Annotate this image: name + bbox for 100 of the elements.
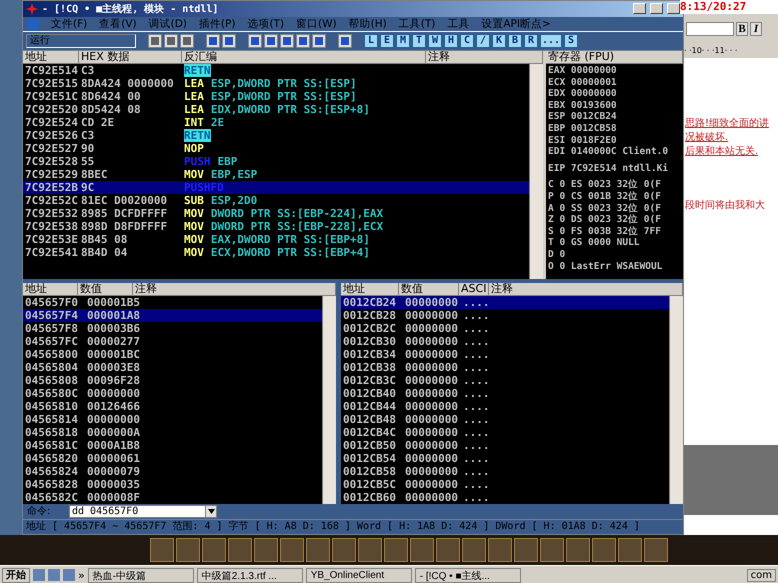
window-button[interactable]: S <box>564 34 578 48</box>
window-button[interactable]: ... <box>540 34 562 48</box>
window-button[interactable]: H <box>444 34 458 48</box>
stack-row[interactable]: 0012CB58 00000000 .... <box>341 464 669 478</box>
format-button[interactable]: B <box>736 22 748 36</box>
stack-row[interactable]: 0012CB50 00000000 .... <box>341 438 669 452</box>
code-row[interactable]: 7C92E52B 9C PUSHFD <box>23 181 529 194</box>
code-row[interactable]: 7C92E538 898D D8FDFFFF MOV DWORD PTR SS:[EBP-228],ECX <box>23 220 529 234</box>
taskbar-button[interactable]: 中级篇2.1.3.rtf ... <box>196 568 303 582</box>
caret-icon <box>208 508 214 514</box>
scrollbar[interactable] <box>322 296 336 504</box>
dump-row[interactable]: 045657F8 000003B6 <box>23 322 322 335</box>
stack-row[interactable]: 0012CB4C 00000000 .... <box>341 426 669 439</box>
dump-row[interactable]: 04565800 000001BC <box>23 348 322 361</box>
window-button[interactable]: K <box>492 34 506 48</box>
dump-row[interactable]: 04565814 00000000 <box>23 412 322 426</box>
stack-row[interactable]: 0012CB3C 00000000 .... <box>341 374 669 387</box>
dump-row[interactable]: 0456582C 0000008F <box>23 490 322 504</box>
close-button[interactable] <box>667 3 680 14</box>
code-row[interactable]: 7C92E515 8DA424 0000000 LEA ESP,DWORD PTR SS:[ESP] <box>23 77 529 90</box>
stack-row[interactable]: 0012CB2C 00000000 .... <box>341 322 669 335</box>
dump-row[interactable]: 04565828 00000035 <box>23 478 322 491</box>
window-button[interactable]: B <box>508 34 522 48</box>
window-button[interactable]: W <box>428 34 442 48</box>
column-header[interactable]: 数值 <box>78 282 133 296</box>
start-button[interactable]: 开始 <box>2 568 30 582</box>
value-cell-text: 00000000 <box>404 490 459 504</box>
maximize-button[interactable] <box>650 3 663 14</box>
stack-row[interactable]: 0012CB54 00000000 .... <box>341 452 669 465</box>
hex-cell-text: 9C <box>80 181 96 194</box>
more-button[interactable]: » <box>78 568 85 582</box>
dump-row[interactable]: 0456580C 00000000 <box>23 386 322 400</box>
stack-row[interactable]: 0012CB30 00000000 .... <box>341 334 669 348</box>
dump-row[interactable]: 0456581C 0000A1B8 <box>23 438 322 452</box>
dump-row[interactable]: 04565804 000003E8 <box>23 360 322 374</box>
stack-row[interactable]: 0012CB34 00000000 .... <box>341 348 669 361</box>
format-button[interactable]: I <box>750 22 762 36</box>
taskbar-button[interactable]: - [!CQ • ■主线... <box>414 568 521 582</box>
status-bar: 地址 [ 45657F4 ~ 45657F7 范围: 4 ] 字节 [ H: A8 D: 168 ] Word [ H: 1A8 D: 424 ] DWord [ H: 01A8 D: 424 ] <box>23 519 683 534</box>
dump-row[interactable]: 04565824 00000079 <box>23 464 322 478</box>
code-row[interactable]: 7C92E520 8D5424 08 LEA EDX,DWORD PTR SS:[ESP+8] <box>23 103 529 116</box>
column-header[interactable]: 地址 <box>23 51 79 64</box>
taskbar-button[interactable]: YB_OnlineClient <box>306 568 412 582</box>
dump-row[interactable]: 045657F4 000001A8 <box>23 308 322 322</box>
window-button[interactable]: T <box>412 34 426 48</box>
dump-row[interactable]: 045657F0 000001B5 <box>23 296 322 309</box>
code-row[interactable]: 7C92E529 8BEC MOV EBP,ESP <box>23 168 529 182</box>
window-button[interactable]: L <box>364 34 378 48</box>
code-row[interactable]: 7C92E524 CD 2E INT 2E <box>23 116 529 130</box>
hex-cell-text: 8D6424 00 <box>80 90 142 104</box>
code-row[interactable]: 7C92E532 8985 DCFDFFFF MOV DWORD PTR SS:[EBP-224],EAX <box>23 207 529 220</box>
dump-row[interactable]: 04565810 00126466 <box>23 400 322 413</box>
address-cell-text: 7C92E528 <box>24 155 79 168</box>
dropdown-button[interactable] <box>205 504 217 518</box>
stack-row[interactable]: 0012CB40 00000000 .... <box>341 386 669 400</box>
dump-row[interactable]: 04565820 00000061 <box>23 452 322 465</box>
stack-row[interactable]: 0012CB28 00000000 .... <box>341 308 669 322</box>
column-header[interactable]: HEX 数据 <box>79 51 182 64</box>
dump-row[interactable]: 04565818 0000000A <box>23 426 322 439</box>
stack-row[interactable]: 0012CB38 00000000 .... <box>341 360 669 374</box>
stack-row[interactable]: 0012CB24 00000000 .... <box>341 296 669 309</box>
column-header[interactable]: 反汇编 <box>182 51 426 64</box>
address-cell-text: 7C92E514 <box>24 64 79 78</box>
column-header[interactable]: 地址 <box>23 282 78 296</box>
code-row[interactable]: 7C92E527 90 NOP <box>23 142 529 156</box>
register-line: P 0 CS 001B 32位 0(F <box>548 190 662 203</box>
stack-row[interactable]: 0012CB44 00000000 .... <box>341 400 669 413</box>
ascii-cell-text: .... <box>462 348 490 361</box>
stack-row[interactable]: 0012CB48 00000000 .... <box>341 412 669 426</box>
code-row[interactable]: 7C92E541 8B4D 04 MOV ECX,DWORD PTR SS:[EBP+4] <box>23 246 529 260</box>
window-button[interactable]: C <box>460 34 474 48</box>
stack-row[interactable]: 0012CB60 00000000 .... <box>341 490 669 504</box>
stack-row[interactable]: 0012CB5C 00000000 .... <box>341 478 669 491</box>
code-row[interactable]: 7C92E53E 8B45 08 MOV EAX,DWORD PTR SS:[EBP+8] <box>23 233 529 246</box>
window-button[interactable]: / <box>476 34 490 48</box>
hex-cell-text: 8D5424 08 <box>80 103 142 116</box>
command-field[interactable]: dd 045657F0 <box>69 504 205 518</box>
code-row[interactable]: 7C92E528 55 PUSH EBP <box>23 155 529 168</box>
code-row[interactable]: 7C92E514 C3 RETN <box>23 64 529 78</box>
minimize-button[interactable] <box>633 3 646 14</box>
ascii-cell-text: .... <box>462 322 490 335</box>
scrollbar[interactable] <box>669 296 683 504</box>
window-button[interactable]: R <box>524 34 538 48</box>
mnemonic: SUB <box>184 194 204 208</box>
value-cell-text: 000003B6 <box>86 322 140 335</box>
column-header[interactable]: 注释 <box>133 282 336 296</box>
code-row[interactable]: 7C92E526 C3 RETN <box>23 129 529 142</box>
window-button[interactable]: M <box>396 34 410 48</box>
taskbar-button[interactable]: 热血-中级篇 <box>88 568 194 582</box>
app-icon <box>27 18 39 30</box>
window-button[interactable]: E <box>380 34 394 48</box>
code-row[interactable]: 7C92E52C 81EC D0020000 SUB ESP,2D0 <box>23 194 529 208</box>
value-cell-text: 00000000 <box>404 438 459 452</box>
scrollbar[interactable] <box>529 64 543 279</box>
font-dropdown[interactable] <box>686 22 734 36</box>
column-header[interactable]: 寄存器 (FPU) <box>546 51 683 64</box>
dump-row[interactable]: 04565808 00096F28 <box>23 374 322 387</box>
code-row[interactable]: 7C92E51C 8D6424 00 LEA ESP,DWORD PTR SS:[ESP] <box>23 90 529 104</box>
value-cell-text: 00000000 <box>404 360 459 374</box>
dump-row[interactable]: 045657FC 00000277 <box>23 334 322 348</box>
